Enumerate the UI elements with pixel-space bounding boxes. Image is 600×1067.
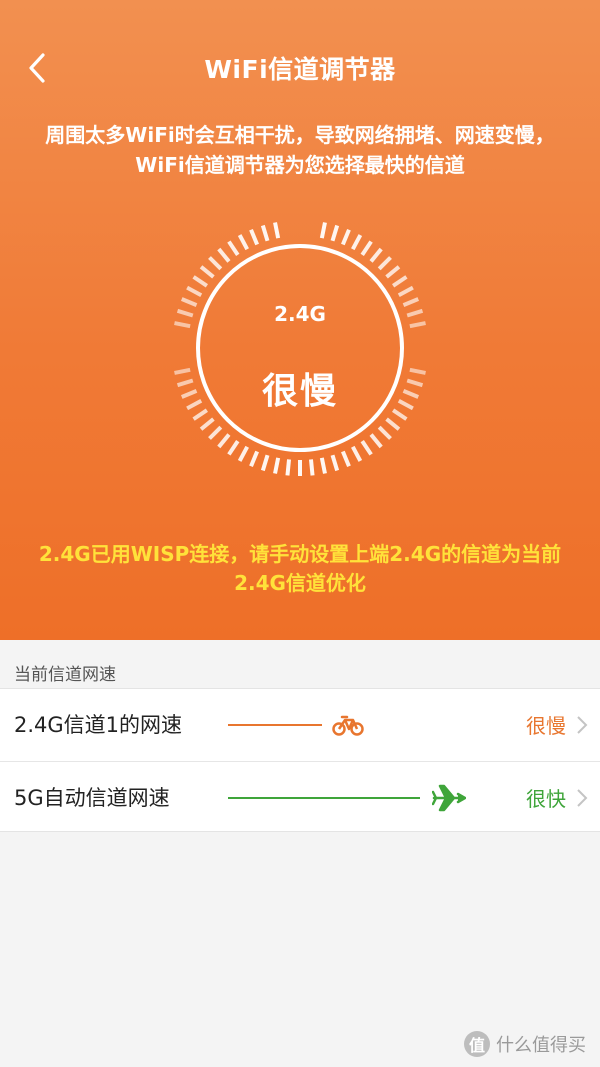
gauge-tick: [199, 417, 215, 431]
row-5g-speed[interactable]: 5G自动信道网速 很快: [0, 761, 600, 833]
channel-speed-list: 2.4G信道1的网速 很慢 5G自动信道网速 很快: [0, 688, 600, 832]
watermark: 值 什么值得买: [464, 1031, 586, 1057]
gauge-tick: [199, 265, 215, 279]
wisp-warning: 2.4G已用WISP连接，请手动设置上端2.4G的信道为当前2.4G信道优化: [38, 542, 562, 595]
speed-line: [228, 724, 322, 726]
gauge-tick: [377, 256, 392, 271]
gauge-ring: [174, 222, 426, 476]
row-label: 2.4G信道1的网速: [14, 713, 183, 737]
gauge-tick: [249, 228, 259, 246]
row-24g-speed[interactable]: 2.4G信道1的网速 很慢: [0, 689, 600, 761]
gauge-speed-label: 很慢: [261, 371, 338, 412]
gauge-tick: [341, 450, 351, 468]
row-label: 5G自动信道网速: [14, 786, 170, 810]
gauge-tick: [360, 240, 373, 256]
gauge-tick: [385, 265, 401, 279]
gauge-tick: [369, 433, 383, 449]
gauge-tick: [192, 275, 208, 288]
chevron-right-icon: [577, 789, 588, 807]
gauge-tick: [237, 234, 249, 251]
gauge-tick: [273, 457, 281, 474]
gauge-tick: [186, 285, 203, 297]
page-title: WiFi信道调节器: [204, 55, 396, 84]
gauge-tick: [377, 425, 392, 440]
band-label: 2.4G: [274, 302, 326, 326]
speed-status-slow: 很慢: [526, 714, 566, 738]
gauge-tick: [385, 417, 401, 431]
gauge-tick: [319, 222, 327, 239]
gauge-tick: [249, 450, 259, 468]
gauge-tick: [273, 222, 281, 239]
speed-status-fast: 很快: [526, 787, 566, 811]
gauge-tick: [227, 440, 240, 456]
gauge-tick: [260, 224, 270, 242]
gauge-tick: [217, 433, 231, 449]
gauge-tick: [285, 459, 292, 476]
hero-panel: WiFi信道调节器 周围太多WiFi时会互相干扰，导致网络拥堵、网速变慢，WiF…: [0, 0, 600, 640]
gauge-tick: [330, 454, 340, 472]
speed-gauge: [170, 218, 430, 478]
gauge-tick: [369, 247, 383, 263]
gauge-tick: [330, 224, 340, 242]
gauge-tick: [341, 228, 351, 246]
gauge-tick: [237, 445, 249, 462]
gauge-tick: [208, 256, 223, 271]
gauge-tick: [351, 445, 363, 462]
chevron-right-icon: [577, 716, 588, 734]
watermark-text: 什么值得买: [496, 1035, 586, 1056]
gauge-tick: [227, 240, 240, 256]
watermark-badge: 值: [464, 1031, 490, 1057]
gauge-tick: [360, 440, 373, 456]
gauge-tick: [260, 454, 270, 472]
bicycle-icon: [332, 715, 364, 736]
gauge-tick: [392, 275, 408, 288]
section-label: 当前信道网速: [14, 665, 116, 685]
gauge-tick: [217, 247, 231, 263]
intro-text: 周围太多WiFi时会互相干扰，导致网络拥堵、网速变慢，WiFi信道调节器为您选择…: [45, 123, 555, 177]
gauge-tick: [397, 285, 414, 297]
airplane-icon: [432, 784, 466, 812]
gauge-tick: [319, 457, 327, 474]
gauge-tick: [351, 234, 363, 251]
gauge-tick: [308, 459, 315, 476]
gauge-tick: [208, 425, 223, 440]
speed-line: [228, 797, 420, 799]
